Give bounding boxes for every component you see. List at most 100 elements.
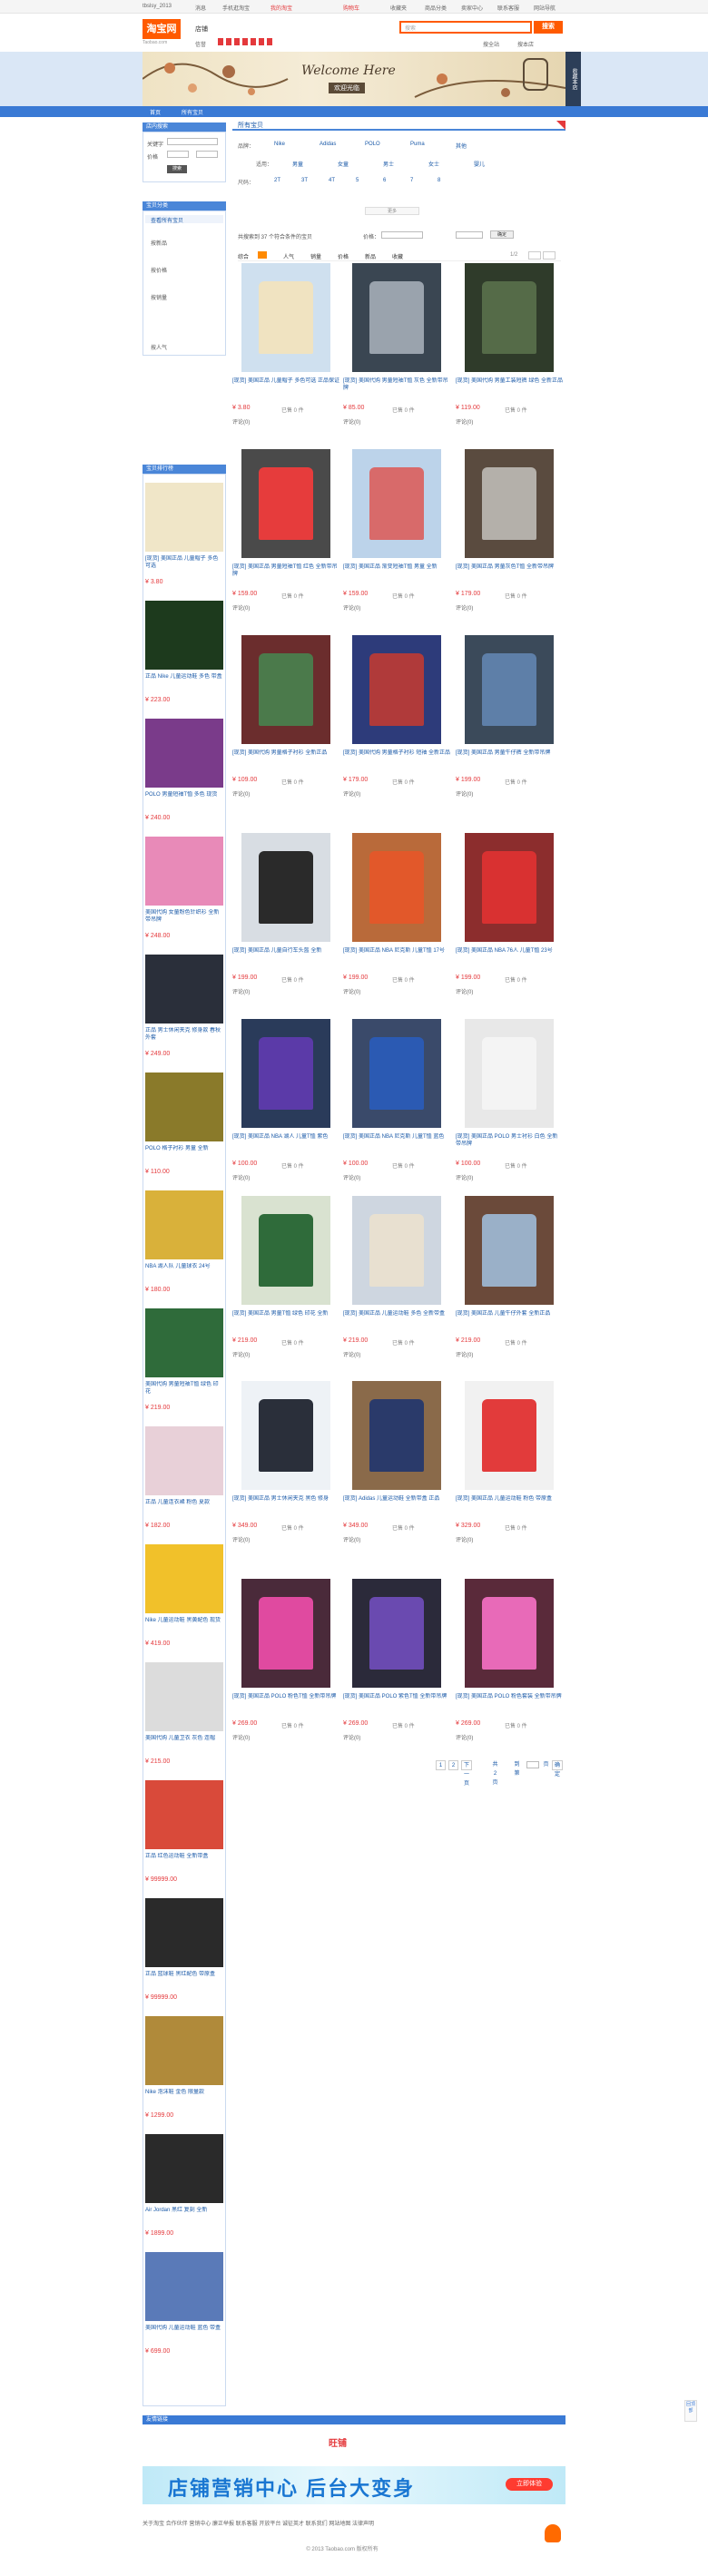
product-card[interactable]: [现货] 美国代购 男童格子衬衫 全新正品 ¥ 109.00 已售 0 件评论(0) xyxy=(232,635,339,817)
product-reviews[interactable]: 评论(0) xyxy=(343,1350,360,1358)
filter-brand-1[interactable]: Nike xyxy=(274,142,285,147)
category-new[interactable]: 按新品 xyxy=(151,239,167,247)
filter-fit-4[interactable]: 女士 xyxy=(428,160,439,168)
filter-size-6[interactable]: 7 xyxy=(410,178,413,183)
prev-page-icon[interactable] xyxy=(528,251,541,260)
filter-brand-2[interactable]: Adidas xyxy=(320,142,336,147)
sidebar-hot-item[interactable]: 正品 红色运动鞋 全新带盒 ¥ 99999.00 xyxy=(145,1780,223,1889)
product-reviews[interactable]: 评论(0) xyxy=(456,1733,473,1741)
product-title[interactable]: [现货] 美国代购 男童短袖T恤 灰色 全新带吊牌 xyxy=(343,377,450,399)
nav-home[interactable]: 首页 xyxy=(150,108,161,116)
sidebar-item-image[interactable] xyxy=(145,719,223,788)
sidebar-item-title[interactable]: POLO 男童短袖T恤 多色 现货 xyxy=(145,791,223,813)
filter-brand-5[interactable]: 其他 xyxy=(456,142,467,150)
product-title[interactable]: [现货] 美国正品 儿童运动鞋 多色 全新带盒 xyxy=(343,1310,450,1332)
product-title[interactable]: [现货] 美国正品 男童牛仔裤 全新带吊牌 xyxy=(456,749,563,771)
category-popular[interactable]: 按人气 xyxy=(151,343,167,351)
sort-sales[interactable]: 销量 xyxy=(310,252,321,260)
sidebar-item-image[interactable] xyxy=(145,1073,223,1141)
sidebar-hot-item[interactable]: 美国代购 男童短袖T恤 绿色 印花 ¥ 219.00 xyxy=(145,1308,223,1417)
product-card[interactable]: [现货] 美国正品 儿童运动鞋 粉色 带原盒 ¥ 329.00 已售 0 件评论(0… xyxy=(456,1381,563,1562)
product-image[interactable] xyxy=(241,1579,330,1688)
page-1[interactable]: 1 xyxy=(436,1760,446,1770)
product-card[interactable]: [现货] 美国正品 渐变短袖T恤 男童 全新 ¥ 159.00 已售 0 件评论(0… xyxy=(343,449,450,631)
sidebar-item-title[interactable]: 正品 篮球鞋 黑红配色 带原盒 xyxy=(145,1971,223,1993)
sidebar-item-image[interactable] xyxy=(145,1898,223,1967)
favorite-shop-button[interactable]: 收藏本店 xyxy=(565,52,581,106)
filter-fit-1[interactable]: 男童 xyxy=(292,160,303,168)
sidebar-item-title[interactable]: 正品 红色运动鞋 全新带盒 xyxy=(145,1853,223,1875)
product-card[interactable]: [现货] 美国正品 POLO 男士衬衫 白色 全新带吊牌 ¥ 100.00 已售 0… xyxy=(456,1019,563,1200)
product-reviews[interactable]: 评论(0) xyxy=(232,417,250,426)
product-title[interactable]: [现货] 美国正品 儿童运动鞋 粉色 带原盒 xyxy=(456,1495,563,1517)
keyword-input[interactable] xyxy=(167,138,218,145)
product-card[interactable]: [现货] 美国正品 POLO 紫色T恤 全新带吊牌 ¥ 269.00 已售 0 件评… xyxy=(343,1579,450,1760)
nav-all-items[interactable]: 所有宝贝 xyxy=(182,108,203,116)
sidebar-hot-item[interactable]: 正品 Nike 儿童运动鞋 多色 带盒 ¥ 223.00 xyxy=(145,601,223,710)
sidebar-hot-item[interactable]: 美国代购 儿童卫衣 灰色 连帽 ¥ 215.00 xyxy=(145,1662,223,1771)
product-reviews[interactable]: 评论(0) xyxy=(456,1350,473,1358)
sidebar-search-button[interactable]: 搜索 xyxy=(167,165,187,173)
product-card[interactable]: [现货] 美国正品 儿童牛仔外套 全新正品 ¥ 219.00 已售 0 件评论(0) xyxy=(456,1196,563,1377)
sidebar-item-title[interactable]: POLO 格子衬衫 男童 全新 xyxy=(145,1145,223,1167)
product-title[interactable]: [现货] 美国正品 男童灰色T恤 全新带吊牌 xyxy=(456,563,563,585)
product-title[interactable]: [现货] 美国正品 NBA 湖人 儿童T恤 紫色 xyxy=(232,1133,339,1155)
product-image[interactable] xyxy=(465,1579,554,1688)
product-image[interactable] xyxy=(241,1196,330,1305)
product-reviews[interactable]: 评论(0) xyxy=(232,1173,250,1181)
sidebar-hot-item[interactable]: Air Jordan 黑红 复刻 全新 ¥ 1899.00 xyxy=(145,2134,223,2243)
product-reviews[interactable]: 评论(0) xyxy=(232,1535,250,1543)
product-image[interactable] xyxy=(465,833,554,942)
category-all[interactable]: 查看所有宝贝 xyxy=(151,216,183,224)
product-image[interactable] xyxy=(465,1019,554,1128)
search-button[interactable]: 搜索 xyxy=(534,21,563,34)
product-card[interactable]: [现货] 美国正品 男童短袖T恤 红色 全新带吊牌 ¥ 159.00 已售 0 件评… xyxy=(232,449,339,631)
product-image[interactable] xyxy=(465,635,554,744)
filter-size-4[interactable]: 5 xyxy=(356,178,359,183)
sidebar-item-title[interactable]: [现货] 美国正品 儿童帽子 多色可选 xyxy=(145,555,223,577)
sidebar-item-image[interactable] xyxy=(145,1308,223,1377)
sidebar-item-title[interactable]: Nike 泡沫鞋 金色 限量款 xyxy=(145,2089,223,2111)
product-card[interactable]: [现货] 美国代购 男童工装短裤 绿色 全新正品 ¥ 119.00 已售 0 件评论… xyxy=(456,263,563,445)
sidebar-item-image[interactable] xyxy=(145,483,223,552)
product-image[interactable] xyxy=(352,263,441,372)
more-filters-button[interactable]: 更多 xyxy=(365,207,419,215)
product-reviews[interactable]: 评论(0) xyxy=(232,1350,250,1358)
product-card[interactable]: [现货] 美国正品 男童T恤 绿色 印花 全新 ¥ 219.00 已售 0 件评论(… xyxy=(232,1196,339,1377)
product-reviews[interactable]: 评论(0) xyxy=(456,603,473,612)
topbar-link-seller[interactable]: 卖家中心 xyxy=(461,4,483,12)
product-reviews[interactable]: 评论(0) xyxy=(343,417,360,426)
product-title[interactable]: [现货] 美国正品 儿童帽子 多色可选 正品保证 xyxy=(232,377,339,399)
product-reviews[interactable]: 评论(0) xyxy=(343,1173,360,1181)
product-card[interactable]: [现货] 美国代购 男童短袖T恤 灰色 全新带吊牌 ¥ 85.00 已售 0 件评论… xyxy=(343,263,450,445)
topbar-link-mobile[interactable]: 手机逛淘宝 xyxy=(222,4,250,12)
product-reviews[interactable]: 评论(0) xyxy=(232,603,250,612)
next-page-icon[interactable] xyxy=(543,251,556,260)
price-max-input[interactable] xyxy=(196,151,218,158)
product-reviews[interactable]: 评论(0) xyxy=(232,987,250,995)
product-reviews[interactable]: 评论(0) xyxy=(343,987,360,995)
price-min-input[interactable] xyxy=(167,151,189,158)
product-image[interactable] xyxy=(241,1019,330,1128)
product-card[interactable]: [现货] 美国正品 NBA 尼克斯 儿童T恤 17号 ¥ 199.00 已售 0 件… xyxy=(343,833,450,1014)
topbar-link-category[interactable]: 商品分类 xyxy=(425,4,447,12)
page-goto-button[interactable]: 确定 xyxy=(552,1760,564,1778)
sidebar-item-image[interactable] xyxy=(145,1662,223,1731)
product-image[interactable] xyxy=(465,1196,554,1305)
sidebar-item-title[interactable]: NBA 湖人队 儿童球衣 24号 xyxy=(145,1263,223,1285)
product-image[interactable] xyxy=(352,1579,441,1688)
topbar-link-msg[interactable]: 消息 xyxy=(195,4,206,12)
sidebar-item-image[interactable] xyxy=(145,837,223,906)
product-title[interactable]: [现货] 美国代购 男童工装短裤 绿色 全新正品 xyxy=(456,377,563,399)
filter-size-5[interactable]: 6 xyxy=(383,178,386,183)
sidebar-item-title[interactable]: 美国代购 男童短袖T恤 绿色 印花 xyxy=(145,1381,223,1403)
sidebar-item-image[interactable] xyxy=(145,2252,223,2321)
sidebar-hot-item[interactable]: POLO 格子衬衫 男童 全新 ¥ 110.00 xyxy=(145,1073,223,1181)
sidebar-item-title[interactable]: 正品 儿童连衣裙 粉色 夏款 xyxy=(145,1499,223,1521)
sort-popular[interactable]: 人气 xyxy=(283,252,294,260)
sidebar-hot-item[interactable]: [现货] 美国正品 儿童帽子 多色可选 ¥ 3.80 xyxy=(145,483,223,592)
sidebar-item-image[interactable] xyxy=(145,1190,223,1259)
product-card[interactable]: [现货] 美国正品 NBA 76人 儿童T恤 23号 ¥ 199.00 已售 0 件… xyxy=(456,833,563,1014)
sidebar-item-image[interactable] xyxy=(145,1426,223,1495)
sidebar-item-image[interactable] xyxy=(145,2016,223,2085)
